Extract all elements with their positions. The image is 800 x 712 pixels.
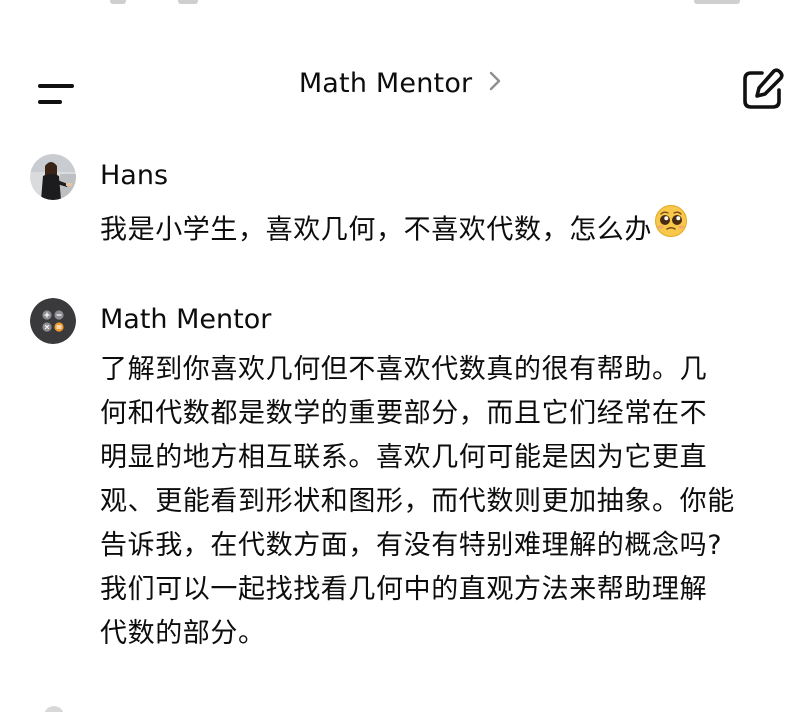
new-chat-button[interactable]: [740, 66, 786, 112]
sender-name: Math Mentor: [100, 304, 272, 335]
calculator-avatar[interactable]: [30, 298, 76, 344]
message-text: 我是小学生，喜欢几何，不喜欢代数，怎么办: [100, 204, 780, 255]
user-avatar[interactable]: [30, 154, 76, 200]
message-line: 我们可以一起找找看几何中的直观方法来帮助理解: [100, 574, 708, 605]
status-bar-remnant: [694, 0, 740, 4]
message-text-content: 我是小学生，喜欢几何，不喜欢代数，怎么办: [100, 214, 652, 246]
message-line: 告诉我，在代数方面，有没有特别难理解的概念吗?: [100, 530, 723, 561]
new-chat-edit-icon: [740, 68, 786, 116]
chat-screen: Math Mentor Hans 我是小学生，喜欢几何，不喜欢代数，怎么办 Ma…: [0, 0, 800, 712]
status-bar-remnant: [110, 0, 126, 4]
chat-title-button[interactable]: Math Mentor: [0, 68, 800, 100]
message-line: 何和代数都是数学的重要部分，而且它们经常在不: [100, 398, 708, 429]
next-avatar-remnant: [44, 706, 64, 712]
sender-name: Hans: [100, 160, 169, 191]
pleading-face-emoji-icon: [654, 204, 688, 252]
message-line: 代数的部分。: [100, 618, 266, 649]
chat-title: Math Mentor: [298, 68, 473, 99]
assistant-message: Math Mentor 了解到你喜欢几何但不喜欢代数真的很有帮助。几 何和代数都…: [0, 296, 800, 696]
user-message: Hans 我是小学生，喜欢几何，不喜欢代数，怎么办: [0, 152, 800, 262]
chevron-right-icon: [489, 67, 501, 98]
message-line: 观、更能看到形状和图形，而代数则更加抽象。你能: [100, 486, 735, 517]
message-line: 明显的地方相互联系。喜欢几何可能是因为它更直: [100, 442, 708, 473]
status-bar-remnant: [178, 0, 198, 4]
chat-header: Math Mentor: [0, 56, 800, 120]
message-text: 了解到你喜欢几何但不喜欢代数真的很有帮助。几 何和代数都是数学的重要部分，而且它…: [100, 348, 780, 656]
message-line: 了解到你喜欢几何但不喜欢代数真的很有帮助。几: [100, 354, 708, 385]
